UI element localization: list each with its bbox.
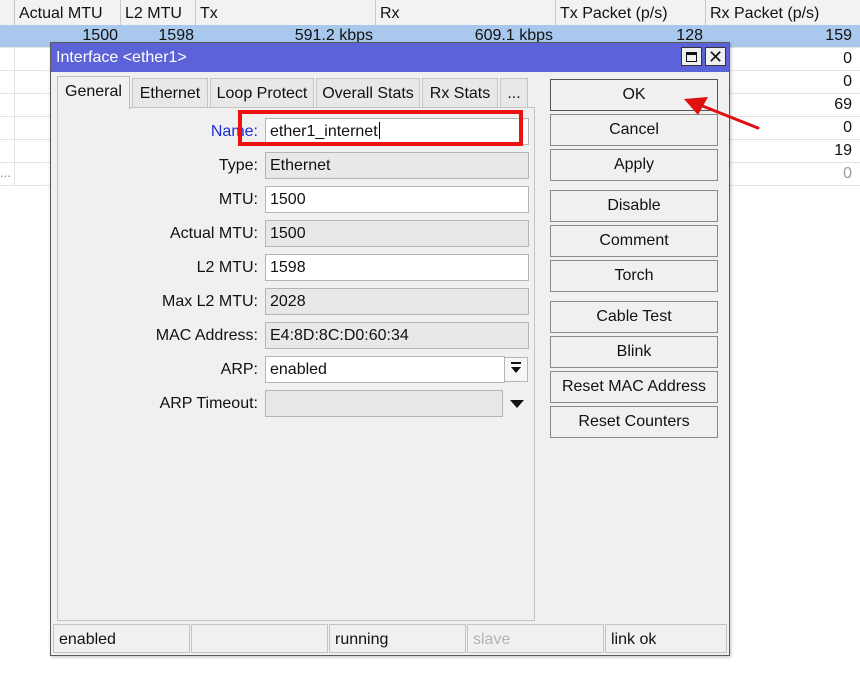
ok-button[interactable]: OK xyxy=(550,79,718,111)
cable-test-button[interactable]: Cable Test xyxy=(550,301,718,333)
max-l2-mtu-label: Max L2 MTU: xyxy=(161,293,258,310)
status-link: link ok xyxy=(605,624,727,653)
interface-dialog: Interface <ether1> ✕ General Ethernet Lo… xyxy=(50,42,730,656)
cell-rx-packet: 0 xyxy=(843,50,852,67)
col-tx-packet[interactable]: Tx Packet (p/s) xyxy=(555,0,705,25)
mtu-label: MTU: xyxy=(218,191,258,208)
col-actual-mtu[interactable]: Actual MTU xyxy=(14,0,120,25)
status-running: running xyxy=(329,624,466,653)
reset-counters-button[interactable]: Reset Counters xyxy=(550,406,718,438)
maximize-icon xyxy=(686,51,697,62)
name-field[interactable]: ether1_internet xyxy=(265,118,529,145)
expand-arrow-icon[interactable] xyxy=(510,400,524,408)
general-panel: Name: ether1_internet Type: Ethernet MTU… xyxy=(57,107,535,621)
arp-select[interactable]: enabled xyxy=(265,356,505,383)
cell-rx-packet: 69 xyxy=(834,96,852,113)
dropdown-arrow-icon xyxy=(511,361,521,373)
mac-address-field: E4:8D:8C:D0:60:34 xyxy=(265,322,529,349)
text-cursor xyxy=(378,122,380,139)
cell-rx-packet: 0 xyxy=(843,73,852,90)
type-label: Type: xyxy=(218,157,258,174)
col-l2-mtu[interactable]: L2 MTU xyxy=(120,0,195,25)
cell-rx-packet: 0 xyxy=(843,119,852,136)
l2-mtu-label: L2 MTU: xyxy=(196,259,258,276)
name-label: Name: xyxy=(210,123,258,140)
more-indicator: ... xyxy=(0,165,11,180)
comment-button[interactable]: Comment xyxy=(550,225,718,257)
cell-rx-packet: 19 xyxy=(834,142,852,159)
apply-button[interactable]: Apply xyxy=(550,149,718,181)
col-rx[interactable]: Rx xyxy=(375,0,555,25)
interface-table-header: Actual MTU L2 MTU Tx Rx Tx Packet (p/s) … xyxy=(0,0,860,26)
arp-dropdown-button[interactable] xyxy=(504,357,528,382)
mac-address-label: MAC Address: xyxy=(155,327,258,344)
arp-timeout-field[interactable] xyxy=(265,390,503,417)
arp-label: ARP: xyxy=(220,361,258,378)
col-rx-packet[interactable]: Rx Packet (p/s) xyxy=(705,0,860,25)
blink-button[interactable]: Blink xyxy=(550,336,718,368)
dialog-title: Interface <ether1> xyxy=(56,49,187,66)
actual-mtu-field: 1500 xyxy=(265,220,529,247)
type-field: Ethernet xyxy=(265,152,529,179)
tab-overall-stats[interactable]: Overall Stats xyxy=(316,78,420,108)
dialog-titlebar[interactable]: Interface <ether1> ✕ xyxy=(51,43,729,72)
status-empty xyxy=(191,624,328,653)
l2-mtu-field[interactable]: 1598 xyxy=(265,254,529,281)
tab-loop-protect[interactable]: Loop Protect xyxy=(210,78,314,108)
tab-general[interactable]: General xyxy=(57,76,130,109)
mtu-field[interactable]: 1500 xyxy=(265,186,529,213)
status-bar: enabled running slave link ok xyxy=(51,624,729,653)
tab-more[interactable]: ... xyxy=(500,78,528,108)
tab-rx-stats[interactable]: Rx Stats xyxy=(422,78,498,108)
cancel-button[interactable]: Cancel xyxy=(550,114,718,146)
actual-mtu-label: Actual MTU: xyxy=(169,225,258,242)
col-tx[interactable]: Tx xyxy=(195,0,375,25)
tab-ethernet[interactable]: Ethernet xyxy=(132,78,208,108)
status-slave: slave xyxy=(467,624,604,653)
cell-rx-packet: 0 xyxy=(843,165,852,182)
reset-mac-address-button[interactable]: Reset MAC Address xyxy=(550,371,718,403)
status-enabled: enabled xyxy=(53,624,190,653)
disable-button[interactable]: Disable xyxy=(550,190,718,222)
torch-button[interactable]: Torch xyxy=(550,260,718,292)
close-button[interactable]: ✕ xyxy=(705,47,726,66)
close-icon: ✕ xyxy=(707,46,724,67)
arp-timeout-label: ARP Timeout: xyxy=(159,395,258,412)
name-value: ether1_internet xyxy=(270,123,378,140)
max-l2-mtu-field: 2028 xyxy=(265,288,529,315)
maximize-button[interactable] xyxy=(681,47,702,66)
cell-rx-packet: 159 xyxy=(825,27,852,44)
